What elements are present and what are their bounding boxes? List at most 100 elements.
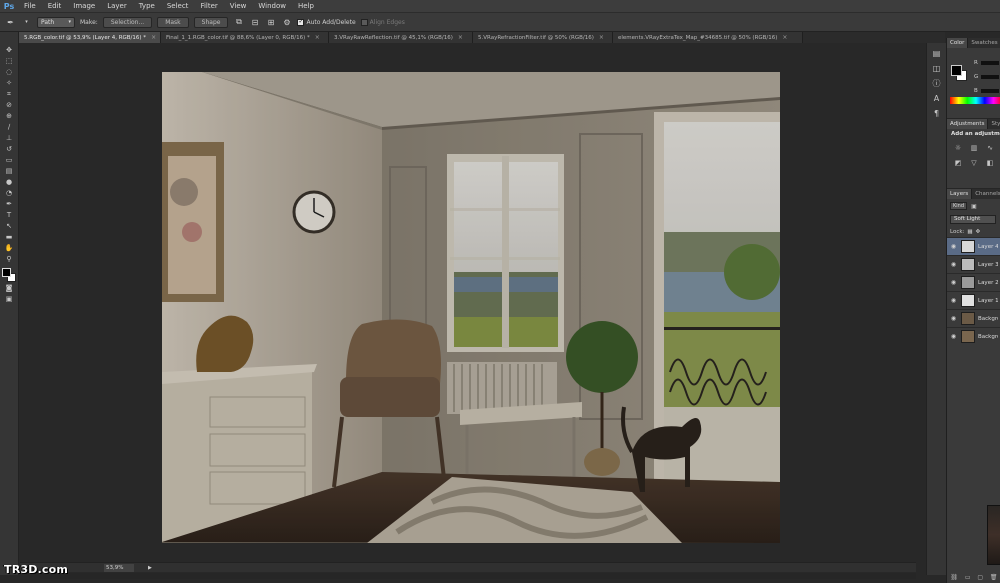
tab-document-3[interactable]: 3.VRayRawReflection.tif @ 45,1% (RGB/16)… [329,32,473,43]
lasso-tool-icon[interactable]: ◌ [3,68,16,77]
menu-layer[interactable]: Layer [101,0,133,12]
path-alignment-icon[interactable]: ⊟ [249,17,260,28]
red-slider-track[interactable] [981,60,999,65]
foreground-color-swatch[interactable] [2,268,11,277]
zoom-level[interactable]: 53,9% [104,563,134,572]
tab-document-5[interactable]: elements.VRayExtraTex_Map_#34685.tif @ 5… [613,32,803,43]
layer-row[interactable]: ◉ Layer 4 [947,237,1000,255]
tab-layers[interactable]: Layers [947,189,973,199]
auto-add-delete-checkbox[interactable]: ✓ Auto Add/Delete [297,18,356,26]
foreground-color-chip[interactable] [951,65,962,76]
levels-icon[interactable]: ▥ [969,143,979,152]
crop-tool-icon[interactable]: ⌗ [3,90,16,99]
align-edges-checkbox[interactable]: Align Edges [360,18,405,26]
menu-type[interactable]: Type [133,0,161,12]
clone-stamp-tool-icon[interactable]: ⊥ [3,134,16,143]
close-icon[interactable]: × [315,34,320,41]
close-icon[interactable]: × [458,34,463,41]
marquee-tool-icon[interactable]: ⬚ [3,57,16,66]
path-selection-tool-icon[interactable]: ↖ [3,222,16,231]
rectangle-tool-icon[interactable]: ▬ [3,233,16,242]
close-icon[interactable]: × [151,34,156,41]
magic-wand-tool-icon[interactable]: ✧ [3,79,16,88]
history-brush-tool-icon[interactable]: ↺ [3,145,16,154]
screen-mode-icon[interactable]: ▣ [3,295,16,304]
blue-slider[interactable]: B [974,86,1000,95]
gradient-tool-icon[interactable]: ▤ [3,167,16,176]
tab-adjustments[interactable]: Adjustments [947,119,989,129]
healing-brush-tool-icon[interactable]: ⊕ [3,112,16,121]
tab-styles[interactable]: Styles [988,119,1000,129]
lock-pixels-icon[interactable]: ▦ [967,229,972,235]
pen-mode-select[interactable]: Path ▾ [37,16,75,28]
info-panel-icon[interactable]: ⓘ [931,78,943,88]
lock-position-icon[interactable]: ✥ [976,229,981,235]
layer-row[interactable]: ◉ Layer 3 [947,255,1000,273]
new-layer-icon[interactable]: ▢ [977,574,983,581]
layer-kind-select[interactable]: Kind [950,202,968,210]
history-panel-icon[interactable]: ▤ [931,48,943,58]
quick-mask-icon[interactable]: ◙ [3,284,16,293]
layer-row[interactable]: ◉ Layer 2 [947,273,1000,291]
color-spectrum-bar[interactable] [950,97,1000,104]
curves-icon[interactable]: ∿ [985,143,995,152]
menu-help[interactable]: Help [292,0,320,12]
eye-icon[interactable]: ◉ [949,243,958,250]
green-slider[interactable]: G [974,72,1000,81]
eye-icon[interactable]: ◉ [949,333,958,340]
green-slider-track[interactable] [981,74,999,79]
eye-icon[interactable]: ◉ [949,315,958,322]
eye-icon[interactable]: ◉ [949,279,958,286]
menu-select[interactable]: Select [161,0,195,12]
pen-tool-icon[interactable]: ✒ [3,200,16,209]
character-panel-icon[interactable]: A [931,93,943,103]
menu-file[interactable]: File [18,0,42,12]
tab-color[interactable]: Color [947,38,969,48]
filter-pixel-icon[interactable]: ▣ [969,202,979,211]
menu-window[interactable]: Window [252,0,292,12]
brightness-contrast-icon[interactable]: ☼ [953,143,963,152]
menu-image[interactable]: Image [67,0,101,12]
horizontal-scrollbar[interactable] [40,573,916,579]
menu-filter[interactable]: Filter [194,0,223,12]
exposure-icon[interactable]: ◩ [953,158,963,167]
blue-slider-track[interactable] [981,88,999,93]
brush-tool-icon[interactable]: ∕ [3,123,16,132]
eye-icon[interactable]: ◉ [949,297,958,304]
red-slider[interactable]: R [974,58,1000,67]
make-shape-button[interactable]: Shape [193,16,229,28]
tool-preset-chevron-icon[interactable]: ▾ [21,17,32,28]
new-group-icon[interactable]: ▭ [965,574,971,581]
eye-icon[interactable]: ◉ [949,261,958,268]
tab-document-4[interactable]: 5.VRayRefractionFilter.tif @ 50% (RGB/16… [473,32,613,43]
menu-view[interactable]: View [224,0,253,12]
blend-mode-select[interactable]: Soft Light [950,214,996,224]
make-mask-button[interactable]: Mask [157,16,189,28]
path-operations-icon[interactable]: ⧉ [233,17,244,28]
make-selection-button[interactable]: Selection... [102,16,153,28]
layer-row[interactable]: ◉ Background [947,309,1000,327]
eyedropper-tool-icon[interactable]: ⊘ [3,101,16,110]
pen-tool-icon[interactable]: ✒ [5,17,16,28]
layer-row[interactable]: ◉ Layer 1 [947,291,1000,309]
type-tool-icon[interactable]: T [3,211,16,220]
layer-row[interactable]: ◉ Background [947,327,1000,345]
vibrance-icon[interactable]: ▽ [969,158,979,167]
color-swatches[interactable] [2,268,16,282]
tab-channels[interactable]: Channels [972,189,1000,199]
dodge-tool-icon[interactable]: ◔ [3,189,16,198]
paragraph-panel-icon[interactable]: ¶ [931,108,943,118]
zoom-tool-icon[interactable]: ⚲ [3,255,16,264]
tab-document-1[interactable]: 5.RGB_color.tif @ 53,9% (Layer 4, RGB/16… [19,32,161,43]
move-tool-icon[interactable]: ✥ [3,46,16,55]
properties-panel-icon[interactable]: ◫ [931,63,943,73]
hand-tool-icon[interactable]: ✋ [3,244,16,253]
close-icon[interactable]: × [782,34,787,41]
trash-icon[interactable]: 🗑 [990,574,998,581]
tab-swatches[interactable]: Swatches [968,38,1000,48]
gear-icon[interactable]: ⚙ [281,17,292,28]
document-canvas-image[interactable] [162,72,780,543]
eraser-tool-icon[interactable]: ▭ [3,156,16,165]
close-icon[interactable]: × [599,34,604,41]
hue-saturation-icon[interactable]: ◧ [985,158,995,167]
